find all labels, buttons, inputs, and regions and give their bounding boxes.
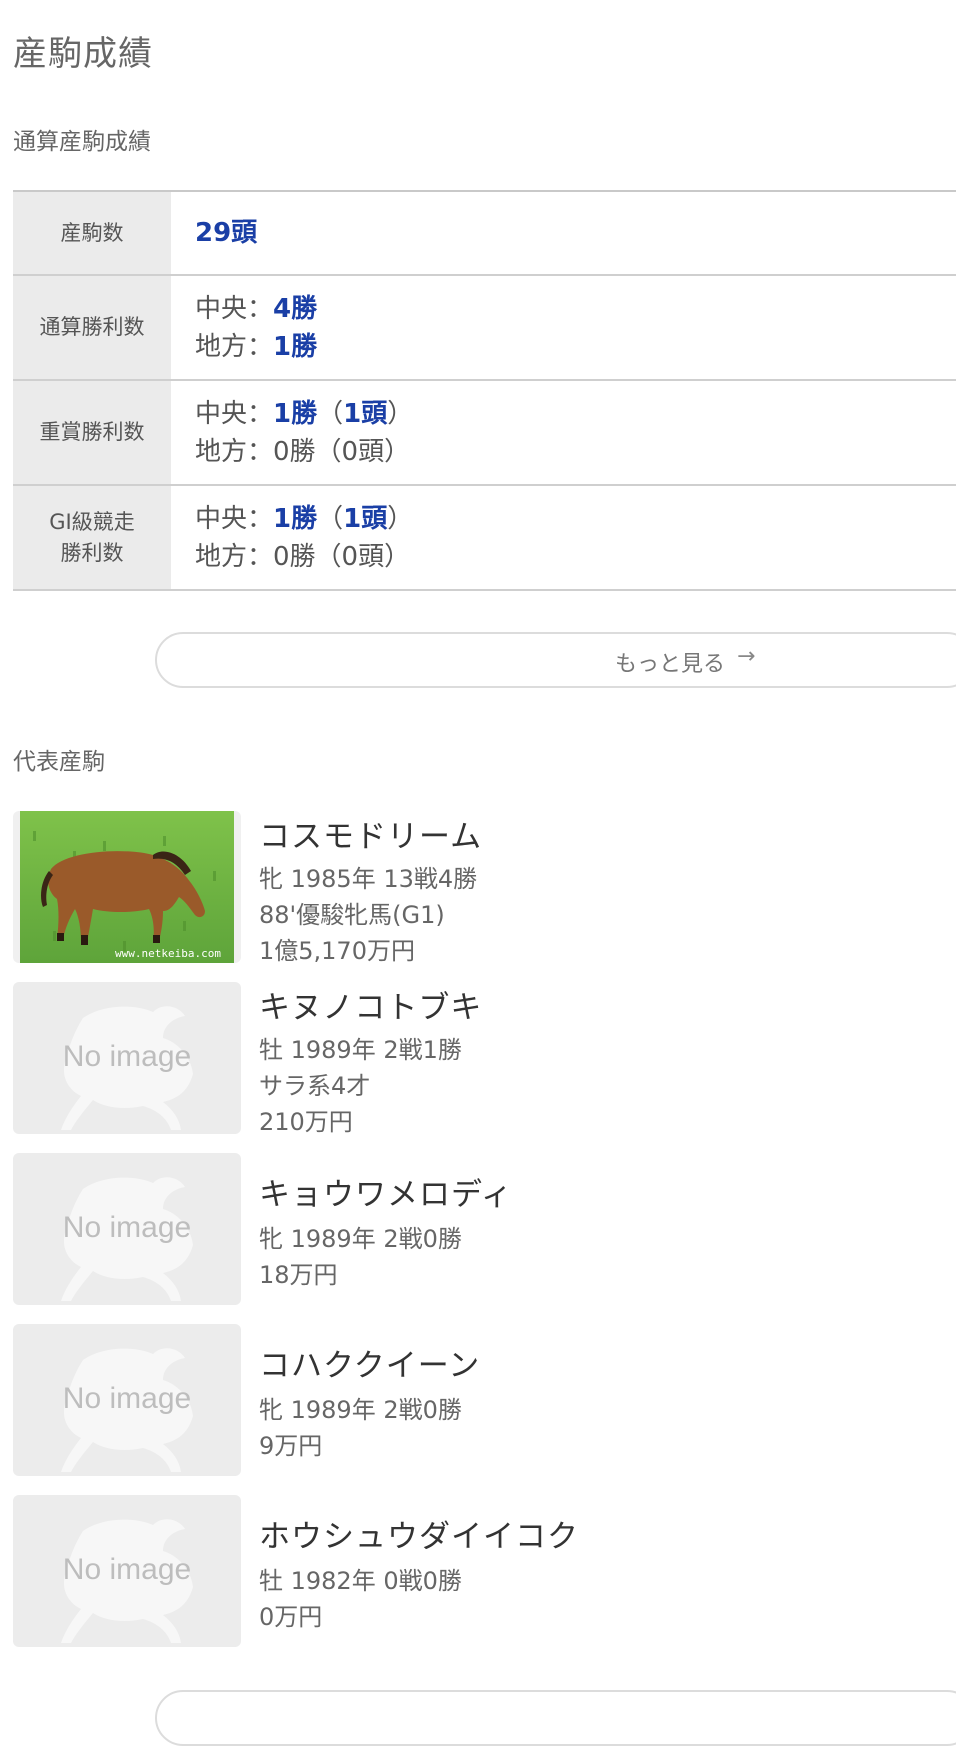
central-wins: 4勝	[273, 293, 318, 324]
stats-row-career-wins: 通算勝利数 中央：4勝 地方：1勝	[13, 276, 956, 381]
horse-name: キョウワメロディ	[259, 1177, 513, 1213]
central-prefix: 中央：	[195, 503, 274, 534]
central-prefix: 中央：	[195, 398, 274, 429]
career-stats-table: 産駒数 29頭 通算勝利数 中央：4勝 地方：1勝 重賞勝利数 中央：1勝（1頭…	[13, 190, 956, 591]
no-image-placeholder: No image	[13, 1324, 241, 1476]
no-image-placeholder: No image	[13, 1153, 241, 1305]
horse-info: 0万円	[259, 1603, 323, 1631]
local-line: 地方：1勝	[195, 328, 956, 366]
horse-silhouette-icon: No image	[61, 1006, 193, 1130]
stats-label: GI級競走勝利数	[13, 486, 171, 589]
horse-info: 1億5,170万円	[259, 937, 415, 965]
no-image-text: No image	[63, 1211, 191, 1244]
central-wins: 1勝	[273, 503, 318, 534]
local-prefix: 地方：	[195, 541, 274, 572]
paren-open: （	[317, 503, 344, 534]
stats-label: 重賞勝利数	[13, 381, 171, 484]
horse-info: 88'優駿牝馬(G1)	[259, 901, 445, 929]
local-wins: 1勝	[273, 331, 318, 362]
representative-heading: 代表産駒	[13, 749, 105, 775]
horse-silhouette-icon: No image	[61, 1519, 193, 1643]
no-image-text: No image	[63, 1382, 191, 1415]
arrow-right-icon: →	[737, 644, 756, 669]
horse-info: 210万円	[259, 1108, 353, 1136]
stats-value: 中央：1勝（1頭） 地方：0勝（0頭）	[171, 381, 956, 484]
local-line: 地方：0勝（0頭）	[195, 433, 956, 471]
horse-info: 9万円	[259, 1432, 323, 1460]
horse-photo-icon: www.netkeiba.com	[20, 811, 234, 963]
horse-item[interactable]: No image キヌノコトブキ 牡 1989年 2戦1勝 サラ系4才 210万…	[13, 982, 956, 1136]
stats-value: 中央：4勝 地方：1勝	[171, 276, 956, 379]
central-line: 中央：4勝	[195, 290, 956, 328]
no-image-placeholder: No image	[13, 1495, 241, 1647]
stats-row-g1-wins: GI級競走勝利数 中央：1勝（1頭） 地方：0勝（0頭）	[13, 486, 956, 591]
horse-info: 牝 1989年 2戦0勝	[259, 1396, 462, 1424]
stats-value: 中央：1勝（1頭） 地方：0勝（0頭）	[171, 486, 956, 589]
page-title: 産駒成績	[13, 34, 153, 74]
stats-value: 29頭	[171, 192, 956, 274]
horse-item[interactable]: No image ホウシュウダイイコク 牡 1982年 0戦0勝 0万円	[13, 1495, 956, 1647]
stats-label: 産駒数	[13, 192, 171, 274]
horse-info: 18万円	[259, 1261, 338, 1289]
horse-info: 牡 1989年 2戦1勝	[259, 1036, 462, 1064]
no-image-placeholder: No image	[13, 982, 241, 1134]
horse-name: ホウシュウダイイコク	[259, 1519, 579, 1555]
horse-item[interactable]: www.netkeiba.com コスモドリーム 牝 1985年 13戦4勝 8…	[13, 811, 956, 965]
horse-item[interactable]: No image コハククイーン 牝 1989年 2戦0勝 9万円	[13, 1324, 956, 1476]
stats-label: 通算勝利数	[13, 276, 171, 379]
horse-info: サラ系4才	[259, 1072, 371, 1100]
horse-name: コハククイーン	[259, 1348, 481, 1384]
stats-row-offspring-count: 産駒数 29頭	[13, 192, 956, 276]
more-button-bottom[interactable]	[155, 1690, 956, 1746]
horse-silhouette-icon: No image	[61, 1177, 193, 1301]
offspring-count-value: 29頭	[195, 218, 258, 248]
central-wins: 1勝	[273, 398, 318, 429]
no-image-text: No image	[63, 1040, 191, 1073]
no-image-text: No image	[63, 1553, 191, 1586]
horse-silhouette-icon: No image	[61, 1348, 193, 1472]
horse-item[interactable]: No image キョウワメロディ 牝 1989年 2戦0勝 18万円	[13, 1153, 956, 1305]
g1-label-line1: GI級競走	[49, 509, 135, 534]
local-value: 0勝（0頭）	[273, 541, 411, 572]
horse-info: 牝 1985年 13戦4勝	[259, 865, 478, 893]
local-value: 0勝（0頭）	[273, 436, 411, 467]
central-prefix: 中央：	[195, 293, 274, 324]
horse-info: 牝 1989年 2戦0勝	[259, 1225, 462, 1253]
paren-close: ）	[387, 503, 414, 534]
horse-photo: www.netkeiba.com	[13, 811, 241, 963]
horse-name: キヌノコトブキ	[259, 990, 483, 1026]
local-prefix: 地方：	[195, 436, 274, 467]
career-stats-heading: 通算産駒成績	[13, 129, 151, 155]
g1-label-line2: 勝利数	[60, 540, 124, 565]
stats-row-graded-wins: 重賞勝利数 中央：1勝（1頭） 地方：0勝（0頭）	[13, 381, 956, 486]
local-line: 地方：0勝（0頭）	[195, 538, 956, 576]
local-prefix: 地方：	[195, 331, 274, 362]
central-line: 中央：1勝（1頭）	[195, 500, 956, 538]
central-line: 中央：1勝（1頭）	[195, 395, 956, 433]
more-button[interactable]: もっと見る →	[155, 632, 956, 688]
central-horses: 1頭	[343, 398, 388, 429]
photo-watermark: www.netkeiba.com	[115, 947, 221, 960]
paren-close: ）	[387, 398, 414, 429]
more-button-label: もっと見る	[615, 652, 726, 677]
paren-open: （	[317, 398, 344, 429]
central-horses: 1頭	[343, 503, 388, 534]
horse-info: 牡 1982年 0戦0勝	[259, 1567, 462, 1595]
horse-name: コスモドリーム	[259, 819, 483, 855]
